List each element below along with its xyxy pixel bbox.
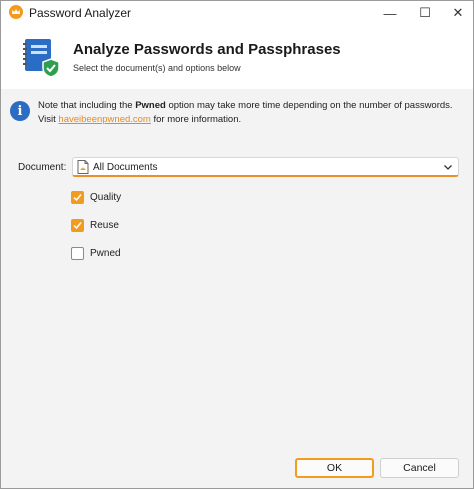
password-analyzer-window: Password Analyzer — ☐ ✕ Analyze Password… [0, 0, 474, 489]
quality-label: Quality [90, 192, 122, 203]
dialog-title: Analyze Passwords and Passphrases [73, 41, 341, 58]
info-note: Note that including the Pwned option may… [38, 99, 468, 127]
reuse-label: Reuse [90, 220, 119, 231]
option-pwned[interactable]: Pwned [71, 247, 121, 260]
reuse-checkbox[interactable] [71, 219, 84, 232]
info-text-end: for more information. [150, 114, 242, 125]
quality-checkbox[interactable] [71, 191, 84, 204]
chevron-down-icon [443, 161, 453, 171]
pwned-label: Pwned [90, 248, 121, 259]
info-icon: i [10, 101, 30, 121]
info-text-start: Note that including the [38, 100, 136, 111]
dialog-footer: OK Cancel [1, 450, 473, 488]
dialog-subtitle: Select the document(s) and options below [73, 63, 241, 73]
ok-button[interactable]: OK [295, 458, 374, 478]
info-text-bold: Pwned [135, 100, 166, 111]
title-bar: Password Analyzer — ☐ ✕ [1, 1, 473, 25]
option-quality[interactable]: Quality [71, 191, 121, 204]
close-button[interactable]: ✕ [441, 1, 473, 25]
document-icon [77, 160, 89, 174]
option-reuse[interactable]: Reuse [71, 219, 119, 232]
crown-icon [9, 5, 23, 19]
document-select-value: All Documents [93, 162, 158, 173]
dialog-header: Analyze Passwords and Passphrases Select… [1, 25, 473, 89]
document-select[interactable]: All Documents [72, 157, 459, 177]
document-label: Document: [18, 162, 67, 173]
minimize-button[interactable]: — [373, 1, 407, 25]
window-title: Password Analyzer [29, 6, 132, 20]
cancel-button[interactable]: Cancel [380, 458, 459, 478]
maximize-button[interactable]: ☐ [408, 1, 442, 25]
pwned-checkbox[interactable] [71, 247, 84, 260]
haveibeenpwned-link[interactable]: haveibeenpwned.com [58, 114, 150, 125]
notebook-shield-icon [21, 37, 63, 79]
